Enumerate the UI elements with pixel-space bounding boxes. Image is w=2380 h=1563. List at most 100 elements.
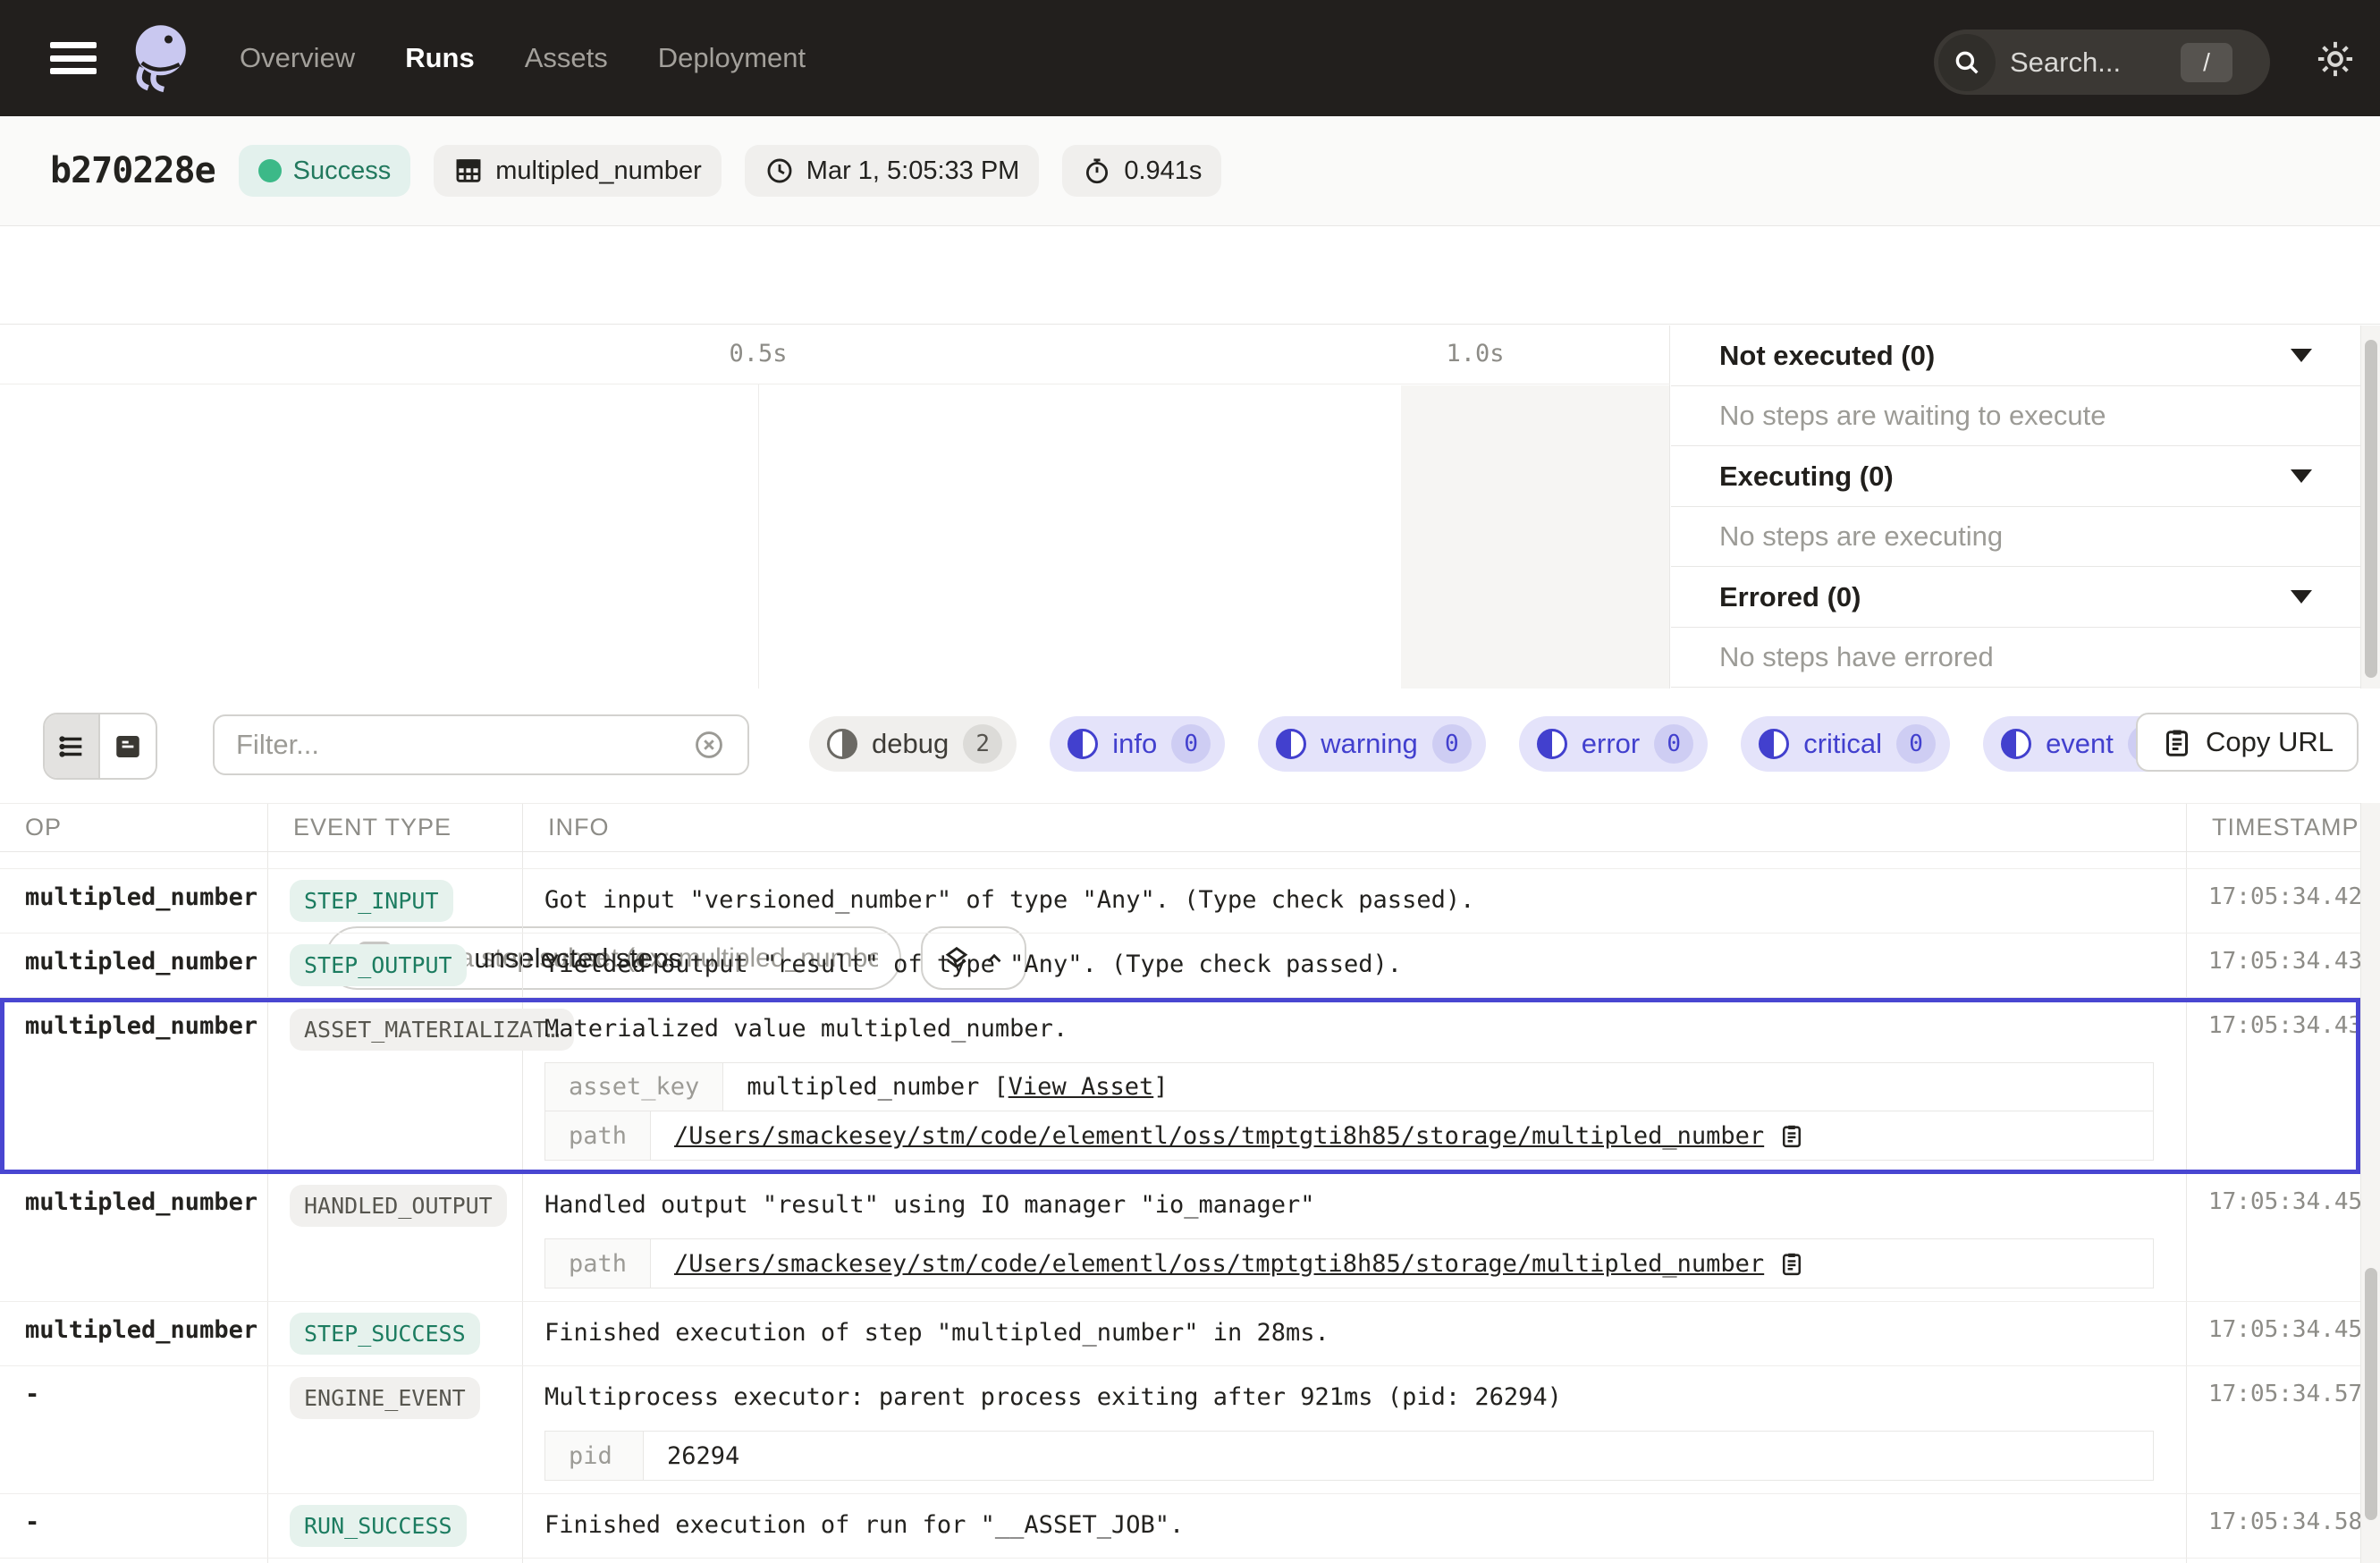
log-timestamp: 17:05:34.585: [2186, 1494, 2360, 1558]
panel-section-header[interactable]: Executing (0): [1671, 446, 2360, 507]
log-list-view-button[interactable]: [45, 714, 100, 778]
log-op: multipled_number: [0, 934, 268, 997]
log-row[interactable]: multipled_numberSTEP_OUTPUTYielded outpu…: [0, 934, 2360, 998]
level-count-badge: 0: [1432, 724, 1472, 764]
log-event-type: ENGINE_EVENT: [268, 1559, 523, 1563]
level-filter-debug[interactable]: debug2: [809, 716, 1017, 772]
table-grid-icon: [453, 156, 484, 186]
search-input[interactable]: Search... /: [1934, 30, 2270, 95]
metadata-key: asset_key: [545, 1063, 723, 1111]
path-link[interactable]: /Users/smackesey/stm/code/elementl/oss/t…: [674, 1250, 1764, 1278]
log-rows: multipled_numberSTEP_INPUTGot input "ver…: [0, 869, 2360, 1563]
log-info-text: Finished execution of step "multipled_nu…: [544, 1314, 2165, 1352]
search-placeholder: Search...: [2010, 46, 2121, 79]
event-type-badge: STEP_INPUT: [290, 880, 453, 922]
run-id: b270228e: [50, 150, 215, 191]
log-info-text: Materialized value multipled_number.: [544, 1010, 2165, 1048]
level-label: info: [1112, 728, 1157, 760]
log-filter-placeholder: Filter...: [236, 729, 692, 761]
log-row[interactable]: multipled_number STEP_SUCCESS Finished exe…: [0, 1302, 2360, 1366]
step-status-panel: Not executed (0)No steps are waiting to …: [1671, 325, 2360, 689]
log-info: Finished execution of step "multipled_nu…: [523, 1302, 2186, 1365]
toggle-icon: [1537, 729, 1567, 759]
log-info: Multiprocess executor: parent process ex…: [523, 1366, 2186, 1493]
log-info-text: Yielded output "result" of type "Any". (…: [544, 946, 2165, 984]
hamburger-menu-icon[interactable]: [50, 42, 97, 74]
event-type-badge: HANDLED_OUTPUT: [290, 1185, 507, 1227]
log-row[interactable]: multipled_numberHANDLED_OUTPUTHandled ou…: [0, 1174, 2360, 1302]
log-structured-view-button[interactable]: [100, 714, 156, 778]
search-icon: [1938, 34, 1996, 91]
metadata-row: path/Users/smackesey/stm/code/elementl/o…: [545, 1239, 2153, 1288]
settings-gear-icon[interactable]: [2312, 36, 2359, 82]
event-type-badge: ENGINE_EVENT: [290, 1377, 480, 1419]
metadata-value: multipled_number[View Asset]: [723, 1063, 1191, 1111]
path-link[interactable]: /Users/smackesey/stm/code/elementl/oss/t…: [674, 1122, 1764, 1150]
view-asset-link[interactable]: [View Asset]: [993, 1073, 1168, 1101]
toggle-icon: [827, 729, 857, 759]
toggle-icon: [2001, 729, 2031, 759]
log-timestamp: 17:05:34.426: [2186, 869, 2360, 933]
log-row[interactable]: -ENGINE_EVENTProcess for run exited (pid…: [0, 1559, 2360, 1563]
log-op: -: [0, 1366, 268, 1493]
gantt-overflow-area: [1401, 385, 1669, 689]
metadata-value: /Users/smackesey/stm/code/elementl/oss/t…: [651, 1239, 1828, 1288]
log-row[interactable]: -ENGINE_EVENT Multiprocess executor: pare…: [0, 1366, 2360, 1494]
metadata-key: pid: [545, 1432, 644, 1480]
log-row[interactable]: multipled_numberASSET_MATERIALIZAT…Mater…: [0, 998, 2360, 1174]
toggle-icon: [1759, 729, 1789, 759]
log-op: multipled_number: [0, 998, 268, 1173]
panel-section-body: No steps have errored: [1671, 628, 2360, 688]
log-op: -: [0, 1494, 268, 1558]
copy-path-icon[interactable]: [1778, 1122, 1805, 1149]
col-info: INFO: [523, 804, 2186, 851]
metadata-row: path/Users/smackesey/stm/code/elementl/o…: [545, 1111, 2153, 1160]
level-filter-warning[interactable]: warning0: [1258, 716, 1486, 772]
caret-down-icon: [2291, 469, 2312, 483]
log-event-type: STEP_SUCCESS: [268, 1302, 523, 1365]
nav-item-overview[interactable]: Overview: [240, 42, 355, 74]
log-scrollbar[interactable]: [2360, 803, 2380, 1563]
time-tick-label: 1.0s: [1446, 340, 1504, 368]
log-info: Finished execution of run for "__ASSET_J…: [523, 1494, 2186, 1558]
log-info: Yielded output "result" of type "Any". (…: [523, 934, 2186, 997]
log-op: multipled_number: [0, 869, 268, 933]
log-toolbar: Filter... debug2info0warning0error0criti…: [0, 689, 2380, 803]
status-badge: Success: [239, 145, 411, 197]
metadata-table: pid26294: [544, 1431, 2154, 1481]
nav-item-deployment[interactable]: Deployment: [658, 42, 806, 74]
log-scrollbar-thumb[interactable]: [2365, 1268, 2377, 1520]
log-row[interactable]: -RUN_SUCCESSFinished execution of run fo…: [0, 1494, 2360, 1559]
log-level-filters: debug2info0warning0error0critical0event2…: [809, 716, 2188, 772]
panel-scrollbar[interactable]: [2360, 325, 2380, 689]
log-info: Process for run exited (pid: 26294).: [523, 1559, 2186, 1563]
log-event-type: ENGINE_EVENT: [268, 1366, 523, 1493]
nav-item-runs[interactable]: Runs: [405, 42, 475, 74]
event-type-badge: STEP_SUCCESS: [290, 1313, 480, 1355]
level-filter-error[interactable]: error0: [1519, 716, 1708, 772]
panel-section-header[interactable]: Not executed (0): [1671, 325, 2360, 386]
clear-filter-icon[interactable]: [692, 728, 726, 762]
log-timestamp: 17:05:34.459: [2186, 1302, 2360, 1365]
nav-item-assets[interactable]: Assets: [525, 42, 608, 74]
level-filter-info[interactable]: info0: [1050, 716, 1225, 772]
log-table: OP EVENT TYPE INFO TIMESTAMP multipled_n…: [0, 803, 2360, 1563]
copy-path-icon[interactable]: [1778, 1250, 1805, 1277]
metadata-value: 26294: [644, 1432, 763, 1480]
job-tag[interactable]: multipled_number: [434, 145, 722, 197]
panel-section-header[interactable]: Errored (0): [1671, 567, 2360, 628]
copy-url-button[interactable]: Copy URL: [2136, 713, 2359, 772]
dagster-logo-icon[interactable]: [122, 15, 197, 101]
metadata-value: /Users/smackesey/stm/code/elementl/oss/t…: [651, 1111, 1828, 1160]
level-filter-critical[interactable]: critical0: [1741, 716, 1950, 772]
panel-scrollbar-thumb[interactable]: [2365, 340, 2377, 678]
log-info-text: Finished execution of run for "__ASSET_J…: [544, 1507, 2165, 1544]
search-shortcut-badge: /: [2181, 43, 2232, 82]
log-op: multipled_number: [0, 1302, 268, 1365]
panel-section-body: No steps are executing: [1671, 507, 2360, 567]
level-label: debug: [872, 728, 949, 760]
level-label: event: [2046, 728, 2114, 760]
log-filter-input[interactable]: Filter...: [213, 714, 749, 775]
level-count-badge: 0: [1654, 724, 1693, 764]
log-row[interactable]: multipled_numberSTEP_INPUTGot input "ver…: [0, 869, 2360, 934]
